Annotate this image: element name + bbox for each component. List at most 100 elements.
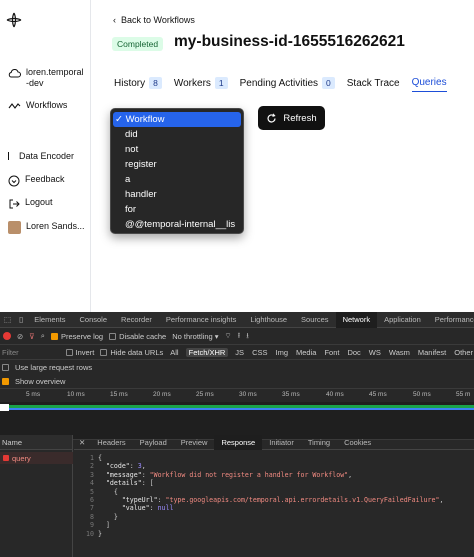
- filter-type-img[interactable]: Img: [274, 348, 289, 357]
- panel-tab-elements[interactable]: Elements: [27, 312, 72, 328]
- panel-tab-sources[interactable]: Sources: [294, 312, 336, 328]
- filter-type-fetch-xhr[interactable]: Fetch/XHR: [185, 347, 229, 357]
- query-option[interactable]: a: [113, 172, 241, 187]
- devtools-panel-tabs: ⬚ ▯ Elements Console Recorder Performanc…: [0, 312, 474, 328]
- wifi-icon[interactable]: ⌔: [225, 331, 232, 341]
- detail-tab-initiator[interactable]: Initiator: [262, 435, 301, 450]
- disable-cache-label: Disable cache: [119, 331, 167, 341]
- filter-type-all[interactable]: All: [169, 348, 179, 357]
- hide-data-urls-checkbox[interactable]: Hide data URLs: [100, 348, 163, 357]
- workflow-tabs: History 8 Workers 1 Pending Activities 0…: [114, 77, 447, 92]
- query-option[interactable]: ✓ Workflow: [113, 112, 241, 127]
- filter-type-manifest[interactable]: Manifest: [417, 348, 447, 357]
- query-option[interactable]: @@temporal-internal__lis: [113, 217, 241, 232]
- sidebar-item-namespace[interactable]: loren.temporal-dev: [8, 67, 86, 89]
- temporal-logo-icon[interactable]: [6, 12, 22, 28]
- status-badge: Completed: [112, 37, 164, 51]
- query-option[interactable]: not: [113, 142, 241, 157]
- record-icon[interactable]: [3, 332, 11, 340]
- query-type-dropdown[interactable]: ✓ Workflow did not register a handler fo…: [110, 108, 244, 234]
- name-column-header[interactable]: Name: [0, 435, 72, 450]
- sidebar-item-data-encoder[interactable]: Data Encoder: [8, 151, 74, 162]
- close-icon[interactable]: ✕: [74, 435, 90, 450]
- response-body: 1{ 2 "code": 3, 3 "message": "Workflow d…: [84, 454, 443, 538]
- filter-type-js[interactable]: JS: [234, 348, 245, 357]
- chevron-down-icon: ▾: [214, 331, 219, 341]
- query-option[interactable]: register: [113, 157, 241, 172]
- panel-tab-performance-insights[interactable]: Performance insights: [159, 312, 243, 328]
- filter-type-other[interactable]: Other: [453, 348, 474, 357]
- panel-tab-performance[interactable]: Performance: [428, 312, 474, 328]
- cloud-icon: [8, 69, 21, 78]
- tab-workers[interactable]: Workers 1: [174, 77, 228, 92]
- detail-tab-cookies[interactable]: Cookies: [337, 435, 378, 450]
- sidebar-item-logout[interactable]: Logout: [8, 197, 53, 210]
- timeline-tick: 30 ms: [239, 391, 257, 398]
- overview-selection-handle[interactable]: [0, 404, 9, 411]
- data-encoder-icon: [8, 152, 14, 160]
- tab-pending-activities[interactable]: Pending Activities 0: [240, 77, 335, 92]
- query-option[interactable]: did: [113, 127, 241, 142]
- error-icon: [3, 455, 9, 461]
- search-icon[interactable]: ⌕: [41, 331, 45, 341]
- filter-input[interactable]: Filter: [2, 348, 60, 357]
- back-to-workflows-link[interactable]: ‹ Back to Workflows: [113, 15, 195, 25]
- tab-queries[interactable]: Queries: [411, 77, 447, 92]
- detail-tab-payload[interactable]: Payload: [133, 435, 174, 450]
- detail-tab-preview[interactable]: Preview: [174, 435, 215, 450]
- detail-tab-response[interactable]: Response: [214, 434, 263, 450]
- timeline-tick: 45 ms: [369, 391, 387, 398]
- user-name: Loren Sands...: [26, 221, 85, 231]
- workflow-main: ‹ Back to Workflows Completed my-busines…: [91, 0, 474, 312]
- code-line: 5 {: [90, 487, 118, 496]
- hide-data-urls-label: Hide data URLs: [110, 347, 164, 357]
- detail-tab-headers[interactable]: Headers: [90, 435, 132, 450]
- detail-tab-timing[interactable]: Timing: [301, 435, 337, 450]
- sidebar-item-workflows[interactable]: Workflows: [8, 100, 67, 111]
- import-icon[interactable]: ⭱: [238, 330, 241, 343]
- query-option[interactable]: for: [113, 202, 241, 217]
- invert-label: Invert: [75, 347, 95, 357]
- request-detail-tabs: ✕ Headers Payload Preview Response Initi…: [74, 434, 474, 450]
- checkbox-icon: [51, 333, 58, 341]
- tab-stack-trace[interactable]: Stack Trace: [347, 77, 400, 92]
- filter-type-wasm[interactable]: Wasm: [388, 348, 411, 357]
- filter-type-doc[interactable]: Doc: [346, 348, 361, 357]
- checkmark-icon: ✓: [115, 114, 126, 125]
- timeline-tick: 35 ms: [282, 391, 300, 398]
- preserve-log-checkbox[interactable]: Preserve log: [51, 332, 103, 341]
- filter-type-ws[interactable]: WS: [368, 348, 382, 357]
- request-row[interactable]: query: [0, 452, 73, 464]
- code-line: 10}: [86, 529, 102, 538]
- refresh-button[interactable]: Refresh: [258, 106, 325, 130]
- inspect-element-icon[interactable]: ⬚: [0, 312, 15, 328]
- invert-checkbox[interactable]: Invert: [65, 347, 95, 357]
- panel-tab-console[interactable]: Console: [73, 312, 115, 328]
- panel-tab-application[interactable]: Application: [377, 312, 428, 328]
- large-rows-checkbox[interactable]: Use large request rows: [0, 360, 474, 374]
- tab-workers-count: 1: [214, 77, 228, 89]
- device-toolbar-icon[interactable]: ▯: [15, 312, 27, 328]
- throttling-select[interactable]: No throttling ▾: [172, 332, 218, 341]
- panel-tab-lighthouse[interactable]: Lighthouse: [243, 312, 294, 328]
- query-option[interactable]: handler: [113, 187, 241, 202]
- filter-type-media[interactable]: Media: [295, 348, 317, 357]
- sidebar-item-user[interactable]: Loren Sands...: [8, 221, 85, 234]
- code-line: 9 ]: [90, 521, 110, 530]
- json-value: "type.googleapis.com/temporal.api.errord…: [165, 496, 440, 505]
- filter-icon[interactable]: ⊽: [29, 332, 35, 341]
- panel-tab-recorder[interactable]: Recorder: [114, 312, 159, 328]
- disable-cache-checkbox[interactable]: Disable cache: [109, 332, 166, 341]
- sidebar-item-feedback[interactable]: Feedback: [8, 174, 65, 187]
- filter-type-font[interactable]: Font: [323, 348, 340, 357]
- filter-type-css[interactable]: CSS: [251, 348, 268, 357]
- logout-label: Logout: [25, 197, 53, 207]
- tab-history[interactable]: History 8: [114, 77, 162, 92]
- panel-tab-network[interactable]: Network: [335, 312, 378, 328]
- logout-icon: [9, 199, 20, 209]
- tab-history-count: 8: [149, 77, 162, 89]
- clear-icon[interactable]: ⊘: [17, 332, 23, 341]
- export-icon[interactable]: ⭳: [246, 330, 249, 343]
- show-overview-checkbox[interactable]: Show overview: [0, 374, 474, 388]
- json-value: 3: [137, 462, 142, 471]
